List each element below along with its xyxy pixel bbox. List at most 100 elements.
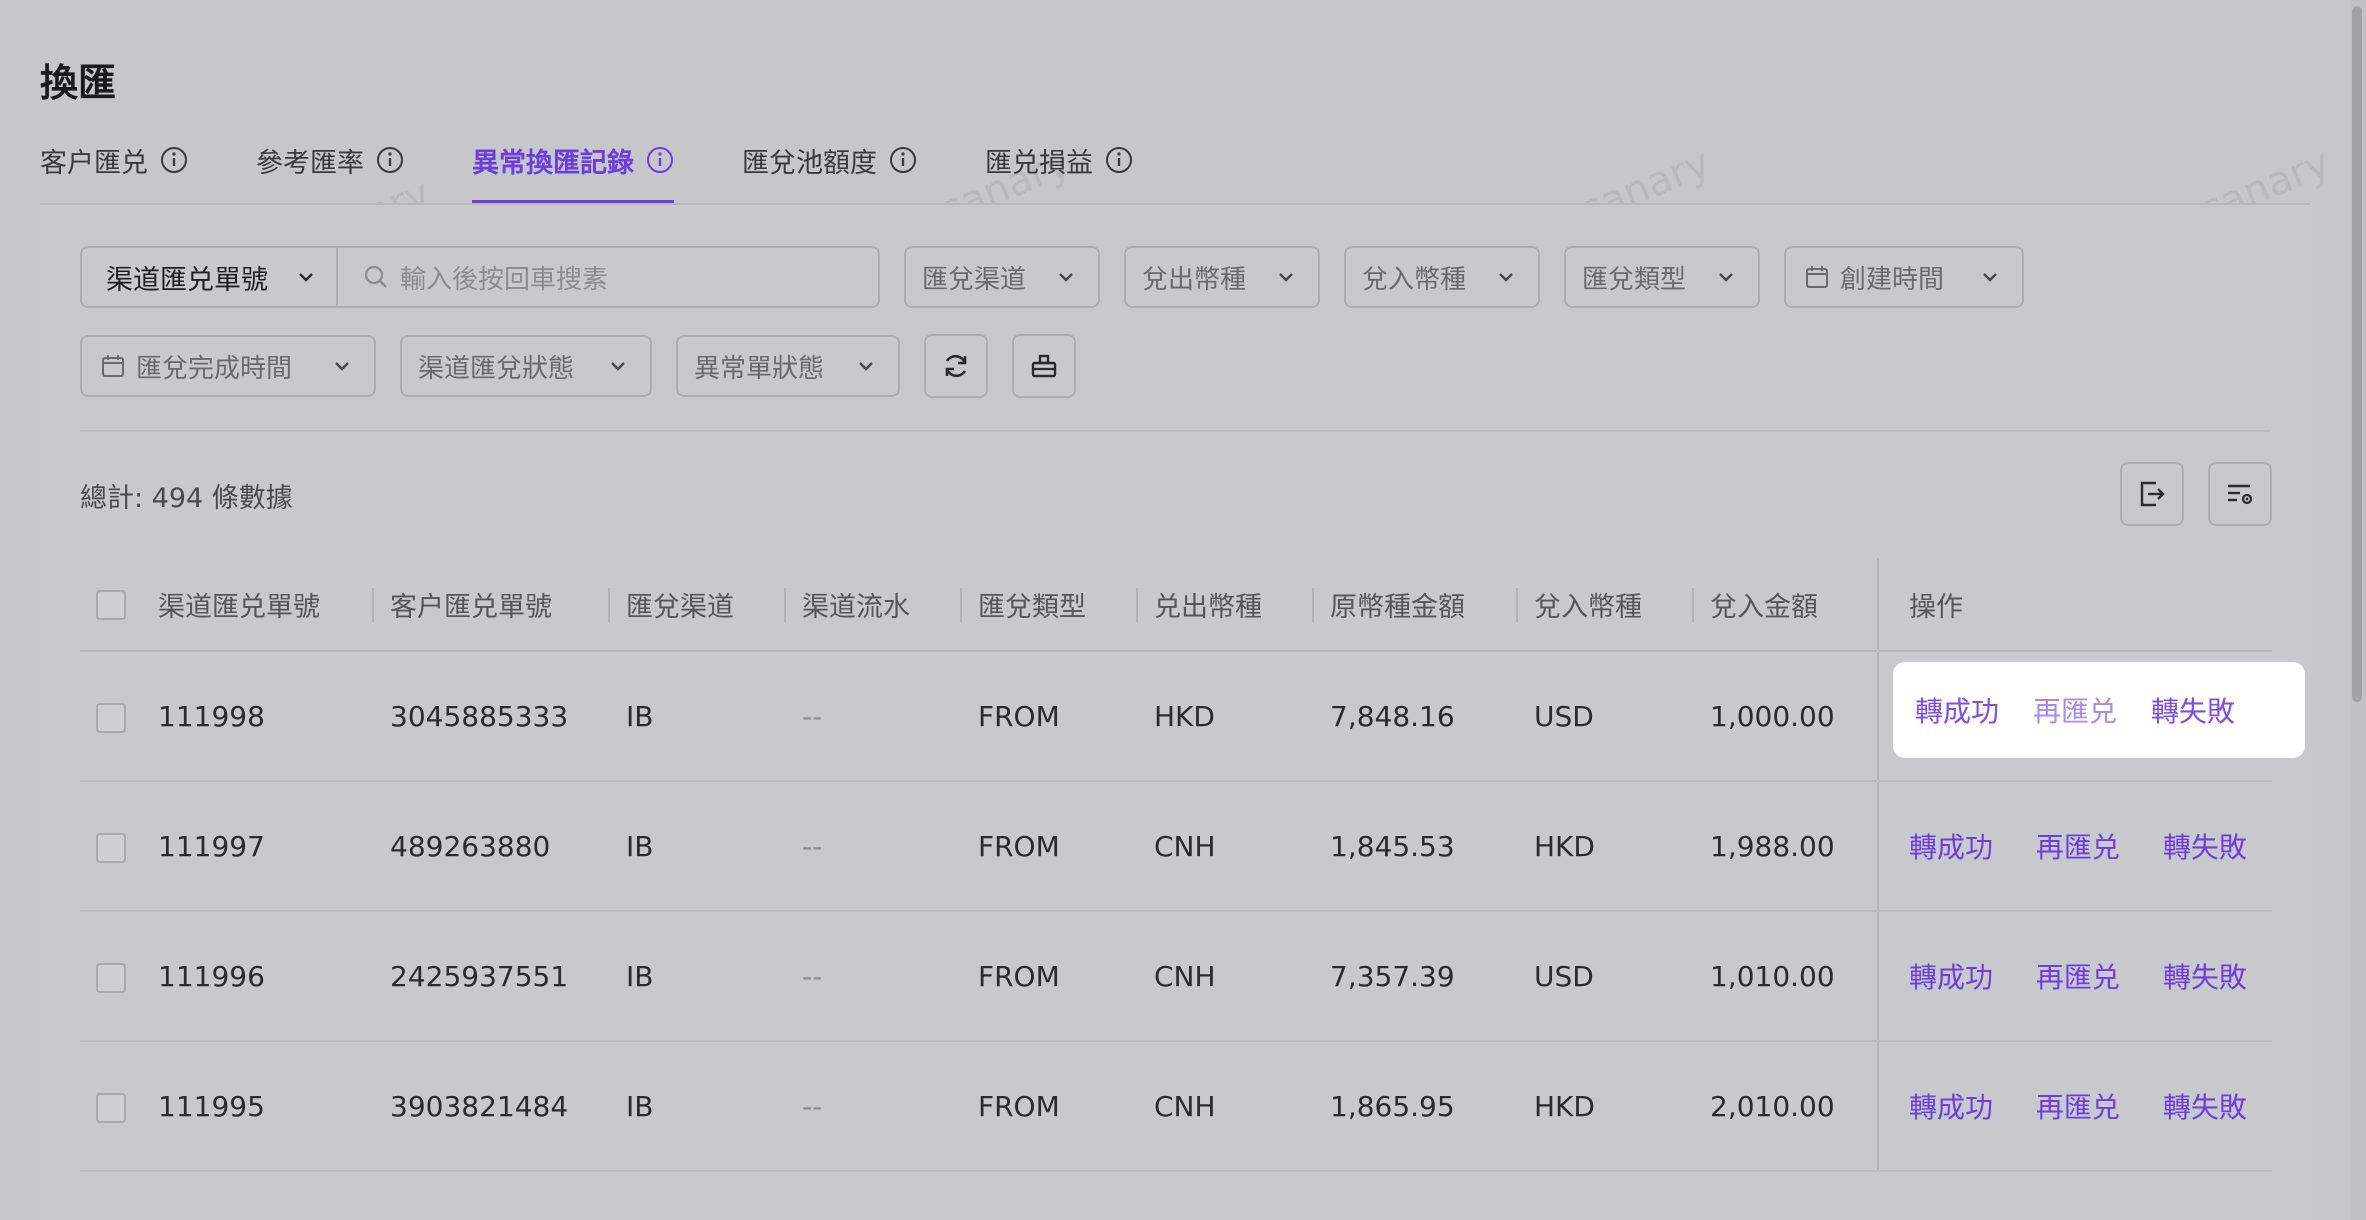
row-checkbox-cell[interactable] xyxy=(80,781,142,912)
info-icon[interactable] xyxy=(646,146,674,174)
cell-actions: 轉成功 再匯兑 轉失敗 xyxy=(1877,651,2305,782)
channel-filter[interactable]: 匯兌渠道 xyxy=(904,246,1100,308)
exchange-type-filter[interactable]: 匯兌類型 xyxy=(1564,246,1760,308)
info-icon[interactable] xyxy=(160,146,188,174)
column-header[interactable]: 渠道流水 xyxy=(786,558,962,652)
cell-type: FROM xyxy=(962,781,1138,912)
broom-icon xyxy=(1031,354,1057,378)
checkbox[interactable] xyxy=(96,589,126,620)
channel-status-filter[interactable]: 渠道匯兌狀態 xyxy=(400,335,652,397)
mark-failed-link[interactable]: 轉失敗 xyxy=(2163,1091,2247,1124)
vertical-scrollbar[interactable] xyxy=(2350,0,2366,1220)
row-checkbox-cell[interactable] xyxy=(80,1041,142,1172)
column-header[interactable]: 匯兌渠道 xyxy=(610,558,786,652)
column-header[interactable]: 兌入幣種 xyxy=(1518,558,1694,652)
cell-channel: IB xyxy=(610,911,786,1042)
row-checkbox[interactable] xyxy=(96,832,126,863)
highlighted-actions: 轉成功 再匯兑 轉失敗 xyxy=(1893,662,2305,758)
mark-failed-link[interactable]: 轉失敗 xyxy=(2151,690,2235,730)
tab-label: 參考匯率 xyxy=(256,147,364,179)
column-header-actions: 操作 xyxy=(1877,558,2272,652)
cell-in-ccy: HKD xyxy=(1518,1041,1694,1172)
column-settings-button[interactable] xyxy=(2208,462,2272,526)
export-button[interactable] xyxy=(2120,462,2184,526)
cell-orig-amount: 7,848.16 xyxy=(1314,651,1518,782)
exception-status-filter[interactable]: 異常單狀態 xyxy=(676,335,900,397)
out-currency-filter[interactable]: 兌出幣種 xyxy=(1124,246,1320,308)
chevron-down-icon xyxy=(335,362,349,371)
filter-label: 匯兌完成時間 xyxy=(136,353,293,384)
cell-in-amount: 1,000.00 xyxy=(1694,651,1878,782)
info-icon[interactable] xyxy=(376,146,404,174)
cell-channel-no: 111998 xyxy=(142,651,374,782)
row-checkbox[interactable] xyxy=(96,962,126,993)
tab-profit-loss[interactable]: 匯兑損益 xyxy=(985,138,1133,182)
mark-success-link[interactable]: 轉成功 xyxy=(1909,961,1993,994)
column-header[interactable]: 兑出幣種 xyxy=(1138,558,1314,652)
calendar-icon xyxy=(102,355,124,377)
column-header[interactable]: 兌入金額 xyxy=(1694,558,1878,652)
table-header-row: 渠道匯兑單號 客户匯兑單號 匯兌渠道 渠道流水 匯兌類型 兑出幣種 原幣種金額 … xyxy=(80,558,2272,652)
tab-reference-rate[interactable]: 參考匯率 xyxy=(256,138,404,182)
column-header[interactable]: 客户匯兑單號 xyxy=(374,558,610,652)
tab-customer-exchange[interactable]: 客户匯兑 xyxy=(40,138,188,182)
search-input[interactable]: 輸入後按回車搜素 xyxy=(338,248,878,306)
column-header[interactable]: 渠道匯兑單號 xyxy=(142,558,374,652)
tab-pool-quota[interactable]: 匯兌池額度 xyxy=(742,138,917,182)
mark-failed-link[interactable]: 轉失敗 xyxy=(2163,961,2247,994)
filter-label: 兌入幣種 xyxy=(1362,264,1467,295)
cell-out-ccy: CNH xyxy=(1138,781,1314,912)
cell-in-ccy: USD xyxy=(1518,651,1694,782)
cell-customer-no: 3903821484 xyxy=(374,1041,610,1172)
mark-success-link[interactable]: 轉成功 xyxy=(1915,690,1999,730)
cell-in-amount: 1,988.00 xyxy=(1694,781,1878,912)
select-all-checkbox[interactable] xyxy=(80,558,142,652)
chevron-down-icon xyxy=(1499,273,1513,282)
refresh-icon xyxy=(945,354,967,378)
cell-orig-amount: 7,357.39 xyxy=(1314,911,1518,1042)
completed-time-filter[interactable]: 匯兌完成時間 xyxy=(80,335,376,397)
cell-out-ccy: CNH xyxy=(1138,1041,1314,1172)
refresh-button[interactable] xyxy=(924,334,988,398)
search-field-select[interactable]: 渠道匯兑單號 xyxy=(82,248,338,306)
re-exchange-link[interactable]: 再匯兑 xyxy=(2036,1091,2120,1124)
row-checkbox[interactable] xyxy=(96,702,126,733)
mark-failed-link[interactable]: 轉失敗 xyxy=(2163,831,2247,864)
table-row: 111995 3903821484 IB -- FROM CNH 1,865.9… xyxy=(80,1041,2272,1172)
created-time-filter[interactable]: 創建時間 xyxy=(1784,246,2024,308)
tab-label: 匯兑損益 xyxy=(985,147,1093,179)
tab-label: 匯兌池額度 xyxy=(742,147,877,179)
row-checkbox-cell[interactable] xyxy=(80,651,142,782)
tab-bar: 客户匯兑 參考匯率 異常換匯記錄 匯兌池額度 匯兑損益 xyxy=(40,138,1201,204)
mark-success-link[interactable]: 轉成功 xyxy=(1909,831,1993,864)
info-icon[interactable] xyxy=(1105,146,1133,174)
clear-filters-button[interactable] xyxy=(1012,334,1076,398)
column-header[interactable]: 原幣種金額 xyxy=(1314,558,1518,652)
cell-channel: IB xyxy=(610,651,786,782)
scrollbar-thumb[interactable] xyxy=(2352,6,2362,702)
in-currency-filter[interactable]: 兌入幣種 xyxy=(1344,246,1540,308)
re-exchange-link[interactable]: 再匯兑 xyxy=(2036,831,2120,864)
table-row: 111998 3045885333 IB -- FROM HKD 7,848.1… xyxy=(80,651,2305,782)
exception-records-table: 渠道匯兑單號 客户匯兑單號 匯兌渠道 渠道流水 匯兌類型 兑出幣種 原幣種金額 … xyxy=(80,558,2305,1172)
cell-in-amount: 1,010.00 xyxy=(1694,911,1878,1042)
filter-label: 渠道匯兌狀態 xyxy=(418,353,575,384)
total-count: 總計: 494 條數據 xyxy=(80,483,293,514)
column-header[interactable]: 匯兌類型 xyxy=(962,558,1138,652)
cell-out-ccy: CNH xyxy=(1138,911,1314,1042)
cell-type: FROM xyxy=(962,1041,1138,1172)
cell-customer-no: 489263880 xyxy=(374,781,610,912)
chevron-down-icon xyxy=(1983,273,1997,282)
tab-exception-records[interactable]: 異常換匯記錄 xyxy=(472,138,674,204)
re-exchange-link[interactable]: 再匯兑 xyxy=(2036,961,2120,994)
re-exchange-link[interactable]: 再匯兑 xyxy=(2033,690,2117,730)
cell-type: FROM xyxy=(962,911,1138,1042)
row-checkbox[interactable] xyxy=(96,1092,126,1123)
filter-label: 異常單狀態 xyxy=(694,353,825,384)
cell-serial: -- xyxy=(786,1041,962,1172)
row-checkbox-cell[interactable] xyxy=(80,911,142,1042)
mark-success-link[interactable]: 轉成功 xyxy=(1909,1091,1993,1124)
table-row: 111997 489263880 IB -- FROM CNH 1,845.53… xyxy=(80,781,2272,912)
info-icon[interactable] xyxy=(889,146,917,174)
chevron-down-icon xyxy=(1279,273,1293,282)
